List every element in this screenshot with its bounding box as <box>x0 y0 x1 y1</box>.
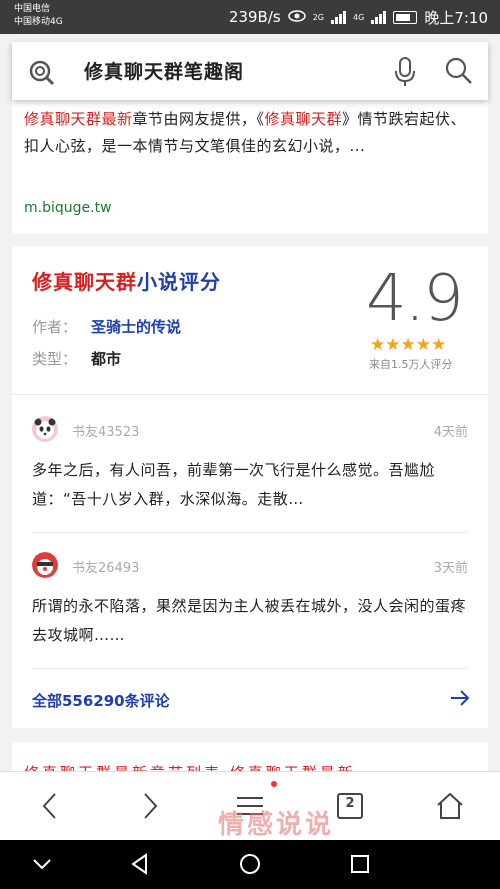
comment-username: 书友26493 <box>72 561 140 576</box>
comment-text[interactable]: 多年之后，有人问吾，前辈第一次飞行是什么感觉。吾尴尬道：“吾十八岁入群，水深似海… <box>32 456 472 514</box>
browser-toolbar: 2 情感说说 <box>0 771 500 840</box>
carrier-info: 中国电信 中国移动4G <box>14 3 63 29</box>
rating-title[interactable]: 修真聊天群小说评分 <box>32 266 221 295</box>
author-label: 作者： <box>32 318 78 336</box>
score-value: 4.9 <box>366 262 464 336</box>
author-row: 作者： 圣骑士的传说 <box>32 316 181 337</box>
search-bar[interactable]: 修真聊天群笔趣阁 <box>12 42 488 100</box>
system-home-icon[interactable] <box>238 852 262 876</box>
signal-icon-2 <box>371 10 387 24</box>
recent-apps-icon[interactable] <box>348 852 372 876</box>
notification-dot <box>271 781 277 787</box>
microphone-icon[interactable] <box>392 56 418 88</box>
comment-text[interactable]: 所谓的永不陷落，果然是因为主人被丢在城外，没人会闲的蛋疼去攻城啊…… <box>32 592 472 650</box>
divider <box>32 532 468 533</box>
collapse-icon[interactable] <box>30 852 54 876</box>
net-type-2: 4G <box>353 12 365 22</box>
star-rating: ★★★★★ <box>370 335 447 355</box>
author-link[interactable]: 圣骑士的传说 <box>91 318 181 336</box>
carrier-1: 中国电信 <box>14 4 51 14</box>
search-engine-logo-icon[interactable] <box>28 58 56 86</box>
cartoon-avatar <box>32 552 58 578</box>
snippet-text-1: 章节由网友提供，《 <box>132 110 265 128</box>
panda-avatar <box>32 416 58 442</box>
snippet-highlight-2: 修真聊天群 <box>264 110 343 128</box>
forward-icon[interactable] <box>134 790 166 822</box>
signal-icon-1 <box>331 10 347 24</box>
divider <box>32 668 468 669</box>
system-back-icon[interactable] <box>128 852 152 876</box>
snippet-highlight-1: 修真聊天群最新 <box>24 110 133 128</box>
type-row: 类型： 都市 <box>32 348 121 369</box>
comment-username: 书友43523 <box>72 425 140 440</box>
magnifier-icon[interactable] <box>444 56 474 86</box>
tab-count: 2 <box>345 796 355 811</box>
comment-time: 3天前 <box>433 561 468 576</box>
status-bar: 中国电信 中国移动4G 239B/s 2G 4G 晚上7:10 <box>0 0 500 34</box>
result-snippet[interactable]: 修真聊天群最新章节由网友提供，《修真聊天群》情节跌宕起伏、扣人心弦，是一本情节与… <box>24 106 479 160</box>
arrow-right-icon[interactable] <box>448 686 472 710</box>
net-type-1: 2G <box>312 12 325 22</box>
back-icon[interactable] <box>34 790 66 822</box>
battery-icon <box>393 10 418 24</box>
system-nav-bar <box>0 839 500 889</box>
carrier-2: 中国移动4G <box>14 17 63 27</box>
rating-card: 修真聊天群小说评分 作者： 圣骑士的传说 类型： 都市 4.9 ★★★★★ 来自1.… <box>12 246 488 728</box>
status-icons: 239B/s 2G 4G 晚上7:10 <box>229 0 488 34</box>
comment-time: 4天前 <box>433 425 468 440</box>
search-result-card[interactable]: 修真聊天群最新章节由网友提供，《修真聊天群》情节跌宕起伏、扣人心弦，是一本情节与… <box>12 100 488 234</box>
divider <box>12 394 488 395</box>
home-icon[interactable] <box>434 790 466 822</box>
type-value: 都市 <box>91 350 122 368</box>
watermark-text: 情感说说 <box>218 810 335 840</box>
rating-title-suffix: 小说评分 <box>137 270 221 294</box>
rating-count: 来自1.5万人评分 <box>369 358 453 371</box>
type-label: 类型： <box>32 350 78 368</box>
all-comments-link[interactable]: 全部556290条评论 <box>32 690 170 711</box>
search-input[interactable]: 修真聊天群笔趣阁 <box>84 57 244 84</box>
clock: 晚上7:10 <box>424 8 488 27</box>
eye-icon <box>287 8 306 26</box>
network-speed: 239B/s <box>228 8 281 26</box>
rating-title-book: 修真聊天群 <box>32 270 137 294</box>
tabs-button[interactable]: 2 <box>334 790 366 822</box>
result-url[interactable]: m.biquge.tw <box>24 200 112 216</box>
